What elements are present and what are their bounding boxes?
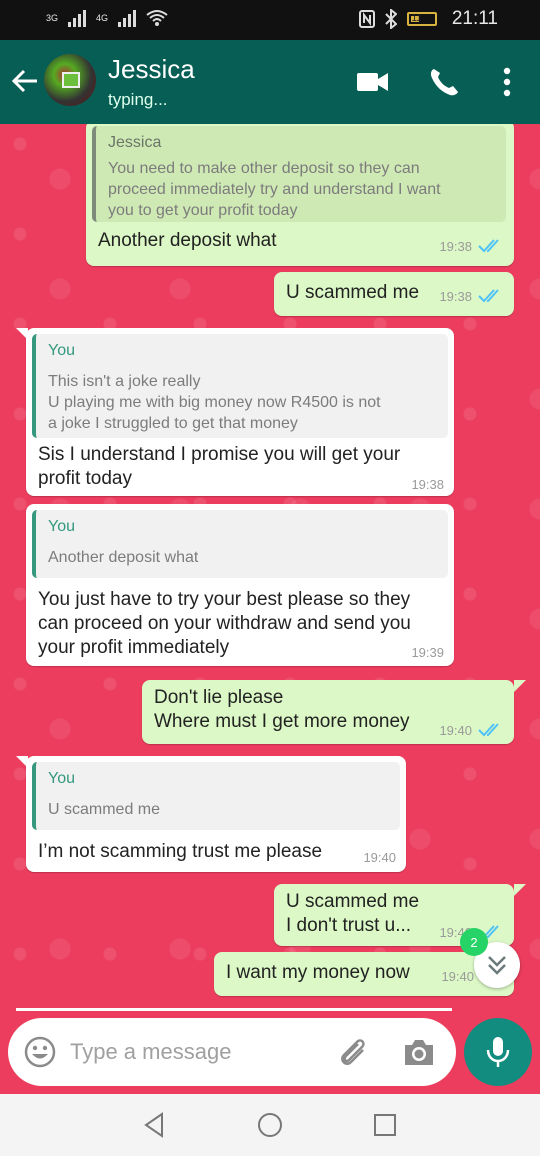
network-label-2: 4G (96, 13, 109, 23)
message-meta: 19:38 (411, 477, 444, 492)
signal-icon (68, 9, 87, 27)
quote-text: U scammed me (48, 801, 161, 818)
quoted-message[interactable]: Jessica You need to make other deposit s… (92, 126, 506, 222)
double-chevron-down-icon (488, 956, 506, 975)
message-bubble[interactable]: You Another deposit what You just have t… (26, 504, 454, 666)
message-text: U scammed me I don't trust u... (286, 891, 420, 936)
quote-text: Another deposit what (48, 549, 199, 566)
chat-header: Jessica typing... (0, 40, 540, 124)
battery-level: 11 (411, 12, 422, 24)
phone-icon[interactable] (428, 66, 462, 98)
attach-icon[interactable] (336, 1036, 370, 1070)
message-bubble[interactable]: I want my money now 19:40 (214, 952, 514, 996)
status-time: 21:11 (451, 8, 498, 29)
message-text: U scammed me (286, 282, 420, 303)
more-options-icon[interactable] (490, 66, 524, 98)
quote-text: This isn't a joke really U playing me wi… (48, 373, 381, 432)
message-bubble[interactable]: You This isn't a joke really U playing m… (26, 328, 454, 496)
message-time: 19:40 (363, 850, 396, 865)
message-meta: 19:38 (439, 238, 504, 254)
status-bar: 3G 4G 11 21:11 (0, 0, 540, 40)
message-bubble[interactable]: You U scammed me I’m not scamming trust … (26, 756, 406, 872)
message-time: 19:38 (439, 288, 472, 304)
message-meta: 19:39 (411, 645, 444, 660)
divider (16, 1008, 452, 1011)
message-time: 19:39 (411, 645, 444, 660)
message-meta: 19:40 (363, 850, 396, 865)
nav-home-icon[interactable] (257, 1112, 283, 1138)
avatar[interactable] (44, 54, 96, 106)
contact-status: typing... (108, 90, 168, 109)
signal-indicators: 3G 4G (46, 9, 168, 27)
video-call-icon[interactable] (356, 66, 390, 98)
message-time: 19:38 (411, 477, 444, 492)
message-bubble[interactable]: Don't lie please Where must I get more m… (142, 680, 514, 744)
message-meta: 19:40 (439, 722, 504, 738)
message-text: Don't lie please Where must I get more m… (154, 687, 410, 732)
back-arrow-icon[interactable] (10, 66, 40, 96)
message-bubble[interactable]: Jessica You need to make other deposit s… (86, 124, 514, 266)
message-text: Sis I understand I promise you will get … (38, 444, 401, 489)
quote-text: You need to make other deposit so they c… (108, 160, 441, 219)
read-ticks-icon (478, 239, 499, 253)
read-ticks-icon (478, 723, 499, 737)
message-meta: 19:40 (441, 969, 474, 984)
voice-message-button[interactable] (464, 1018, 532, 1086)
quoted-message[interactable]: You U scammed me (32, 762, 400, 830)
message-text: You just have to try your best please so… (38, 589, 411, 658)
message-meta: 19:38 (439, 288, 504, 304)
message-input[interactable] (70, 1034, 330, 1070)
wifi-icon (146, 10, 168, 26)
system-indicators: 11 21:11 (359, 8, 498, 30)
system-navigation-bar (0, 1094, 540, 1156)
bluetooth-icon (385, 9, 398, 29)
read-ticks-icon (478, 289, 499, 303)
message-time: 19:38 (439, 238, 472, 254)
message-composer (8, 1018, 456, 1086)
message-time: 19:40 (441, 969, 474, 984)
signal-icon-2 (118, 9, 137, 27)
unread-badge: 2 (460, 928, 488, 956)
quote-author: You (48, 342, 75, 359)
message-text: I want my money now (226, 962, 410, 983)
nav-recents-icon[interactable] (372, 1112, 398, 1138)
bubble-tail (514, 680, 526, 692)
emoji-icon[interactable] (24, 1036, 56, 1068)
message-text: Another deposit what (98, 230, 277, 251)
message-text: I’m not scamming trust me please (38, 841, 323, 862)
camera-icon[interactable] (402, 1036, 436, 1068)
quote-author: Jessica (108, 134, 162, 151)
message-bubble[interactable]: U scammed me 19:38 (274, 272, 514, 316)
contact-name[interactable]: Jessica (108, 54, 195, 85)
mic-icon (486, 1037, 510, 1067)
bubble-tail (514, 884, 526, 896)
nav-back-icon[interactable] (142, 1112, 168, 1138)
network-label-1: 3G (46, 13, 59, 23)
chat-area[interactable]: Jessica You need to make other deposit s… (0, 124, 540, 1010)
quoted-message[interactable]: You Another deposit what (32, 510, 448, 578)
quote-author: You (48, 770, 75, 787)
nfc-icon (359, 10, 376, 28)
message-time: 19:40 (439, 722, 472, 738)
quoted-message[interactable]: You This isn't a joke really U playing m… (32, 334, 448, 438)
quote-author: You (48, 518, 75, 535)
